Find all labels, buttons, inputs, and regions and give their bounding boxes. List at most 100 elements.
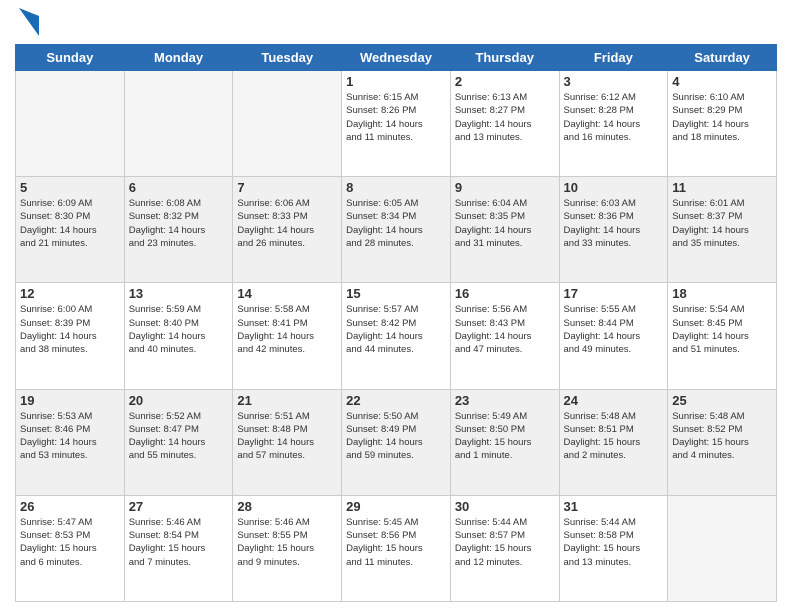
weekday-header-sunday: Sunday — [16, 45, 125, 71]
calendar-cell: 8 Sunrise: 6:05 AM Sunset: 8:34 PM Daylig… — [342, 177, 451, 283]
day-number: 14 — [237, 286, 337, 301]
day-info: Sunrise: 5:58 AM Sunset: 8:41 PM Dayligh… — [237, 303, 337, 356]
day-number: 3 — [564, 74, 664, 89]
calendar-cell: 20Sunrise: 5:52 AM Sunset: 8:47 PM Dayli… — [124, 389, 233, 495]
day-info: Sunrise: 5:46 AM Sunset: 8:54 PM Dayligh… — [129, 516, 229, 569]
calendar-cell: 3 Sunrise: 6:12 AM Sunset: 8:28 PM Daylig… — [559, 71, 668, 177]
day-info: Sunrise: 6:09 AM Sunset: 8:30 PM Dayligh… — [20, 197, 120, 250]
day-info: Sunrise: 5:51 AM Sunset: 8:48 PM Dayligh… — [237, 410, 337, 463]
day-info: Sunrise: 5:44 AM Sunset: 8:58 PM Dayligh… — [564, 516, 664, 569]
day-info: Sunrise: 5:44 AM Sunset: 8:57 PM Dayligh… — [455, 516, 555, 569]
calendar-cell: 17 Sunrise: 5:55 AM Sunset: 8:44 PM Dayli… — [559, 283, 668, 389]
calendar-cell: 27 Sunrise: 5:46 AM Sunset: 8:54 PM Dayli… — [124, 495, 233, 601]
weekday-header-row: SundayMondayTuesdayWednesdayThursdayFrid… — [16, 45, 777, 71]
day-number: 6 — [129, 180, 229, 195]
day-number: 22 — [346, 393, 446, 408]
day-info: Sunrise: 6:00 AM Sunset: 8:39 PM Dayligh… — [20, 303, 120, 356]
weekday-header-tuesday: Tuesday — [233, 45, 342, 71]
calendar-cell — [233, 71, 342, 177]
day-number: 4 — [672, 74, 772, 89]
day-info: Sunrise: 6:12 AM Sunset: 8:28 PM Dayligh… — [564, 91, 664, 144]
day-info: Sunrise: 5:48 AM Sunset: 8:52 PM Dayligh… — [672, 410, 772, 463]
calendar-cell: 12 Sunrise: 6:00 AM Sunset: 8:39 PM Dayli… — [16, 283, 125, 389]
day-number: 16 — [455, 286, 555, 301]
calendar-cell: 6Sunrise: 6:08 AM Sunset: 8:32 PM Daylig… — [124, 177, 233, 283]
day-info: Sunrise: 5:50 AM Sunset: 8:49 PM Dayligh… — [346, 410, 446, 463]
day-number: 5 — [20, 180, 120, 195]
page: SundayMondayTuesdayWednesdayThursdayFrid… — [0, 0, 792, 612]
calendar-cell — [124, 71, 233, 177]
day-number: 30 — [455, 499, 555, 514]
calendar-cell: 25Sunrise: 5:48 AM Sunset: 8:52 PM Dayli… — [668, 389, 777, 495]
day-info: Sunrise: 6:03 AM Sunset: 8:36 PM Dayligh… — [564, 197, 664, 250]
day-number: 1 — [346, 74, 446, 89]
day-info: Sunrise: 5:47 AM Sunset: 8:53 PM Dayligh… — [20, 516, 120, 569]
logo-icon — [19, 8, 39, 36]
weekday-header-friday: Friday — [559, 45, 668, 71]
header — [15, 10, 777, 36]
calendar-cell: 7Sunrise: 6:06 AM Sunset: 8:33 PM Daylig… — [233, 177, 342, 283]
weekday-header-wednesday: Wednesday — [342, 45, 451, 71]
day-number: 13 — [129, 286, 229, 301]
calendar-cell — [668, 495, 777, 601]
day-number: 11 — [672, 180, 772, 195]
calendar-cell: 21 Sunrise: 5:51 AM Sunset: 8:48 PM Dayli… — [233, 389, 342, 495]
day-info: Sunrise: 5:53 AM Sunset: 8:46 PM Dayligh… — [20, 410, 120, 463]
calendar-cell: 14 Sunrise: 5:58 AM Sunset: 8:41 PM Dayli… — [233, 283, 342, 389]
calendar-cell: 1 Sunrise: 6:15 AM Sunset: 8:26 PM Daylig… — [342, 71, 451, 177]
calendar-cell: 23 Sunrise: 5:49 AM Sunset: 8:50 PM Dayli… — [450, 389, 559, 495]
calendar-cell: 15 Sunrise: 5:57 AM Sunset: 8:42 PM Dayli… — [342, 283, 451, 389]
day-info: Sunrise: 5:45 AM Sunset: 8:56 PM Dayligh… — [346, 516, 446, 569]
calendar-cell: 13 Sunrise: 5:59 AM Sunset: 8:40 PM Dayli… — [124, 283, 233, 389]
calendar-cell: 5 Sunrise: 6:09 AM Sunset: 8:30 PM Daylig… — [16, 177, 125, 283]
day-number: 27 — [129, 499, 229, 514]
week-row-4: 19Sunrise: 5:53 AM Sunset: 8:46 PM Dayli… — [16, 389, 777, 495]
day-number: 2 — [455, 74, 555, 89]
day-number: 23 — [455, 393, 555, 408]
week-row-1: 1 Sunrise: 6:15 AM Sunset: 8:26 PM Daylig… — [16, 71, 777, 177]
day-info: Sunrise: 5:46 AM Sunset: 8:55 PM Dayligh… — [237, 516, 337, 569]
day-info: Sunrise: 5:49 AM Sunset: 8:50 PM Dayligh… — [455, 410, 555, 463]
week-row-3: 12 Sunrise: 6:00 AM Sunset: 8:39 PM Dayli… — [16, 283, 777, 389]
day-info: Sunrise: 5:56 AM Sunset: 8:43 PM Dayligh… — [455, 303, 555, 356]
week-row-2: 5 Sunrise: 6:09 AM Sunset: 8:30 PM Daylig… — [16, 177, 777, 283]
weekday-header-saturday: Saturday — [668, 45, 777, 71]
day-number: 29 — [346, 499, 446, 514]
calendar-cell: 29 Sunrise: 5:45 AM Sunset: 8:56 PM Dayli… — [342, 495, 451, 601]
day-info: Sunrise: 6:05 AM Sunset: 8:34 PM Dayligh… — [346, 197, 446, 250]
day-number: 12 — [20, 286, 120, 301]
calendar-cell: 10 Sunrise: 6:03 AM Sunset: 8:36 PM Dayli… — [559, 177, 668, 283]
day-number: 17 — [564, 286, 664, 301]
day-number: 20 — [129, 393, 229, 408]
weekday-header-thursday: Thursday — [450, 45, 559, 71]
calendar-cell: 19Sunrise: 5:53 AM Sunset: 8:46 PM Dayli… — [16, 389, 125, 495]
day-info: Sunrise: 5:48 AM Sunset: 8:51 PM Dayligh… — [564, 410, 664, 463]
day-info: Sunrise: 6:15 AM Sunset: 8:26 PM Dayligh… — [346, 91, 446, 144]
calendar-cell: 4Sunrise: 6:10 AM Sunset: 8:29 PM Daylig… — [668, 71, 777, 177]
calendar-cell: 28 Sunrise: 5:46 AM Sunset: 8:55 PM Dayli… — [233, 495, 342, 601]
day-info: Sunrise: 5:57 AM Sunset: 8:42 PM Dayligh… — [346, 303, 446, 356]
calendar-cell: 9Sunrise: 6:04 AM Sunset: 8:35 PM Daylig… — [450, 177, 559, 283]
calendar-cell: 31 Sunrise: 5:44 AM Sunset: 8:58 PM Dayli… — [559, 495, 668, 601]
calendar-cell: 22 Sunrise: 5:50 AM Sunset: 8:49 PM Dayli… — [342, 389, 451, 495]
week-row-5: 26Sunrise: 5:47 AM Sunset: 8:53 PM Dayli… — [16, 495, 777, 601]
day-number: 7 — [237, 180, 337, 195]
day-number: 24 — [564, 393, 664, 408]
day-number: 15 — [346, 286, 446, 301]
day-info: Sunrise: 6:04 AM Sunset: 8:35 PM Dayligh… — [455, 197, 555, 250]
calendar-cell: 11Sunrise: 6:01 AM Sunset: 8:37 PM Dayli… — [668, 177, 777, 283]
day-info: Sunrise: 6:13 AM Sunset: 8:27 PM Dayligh… — [455, 91, 555, 144]
day-number: 8 — [346, 180, 446, 195]
calendar-cell: 26Sunrise: 5:47 AM Sunset: 8:53 PM Dayli… — [16, 495, 125, 601]
day-number: 21 — [237, 393, 337, 408]
day-number: 31 — [564, 499, 664, 514]
day-info: Sunrise: 5:55 AM Sunset: 8:44 PM Dayligh… — [564, 303, 664, 356]
day-number: 18 — [672, 286, 772, 301]
logo — [15, 10, 39, 36]
day-info: Sunrise: 5:54 AM Sunset: 8:45 PM Dayligh… — [672, 303, 772, 356]
calendar-cell: 2 Sunrise: 6:13 AM Sunset: 8:27 PM Daylig… — [450, 71, 559, 177]
day-info: Sunrise: 5:59 AM Sunset: 8:40 PM Dayligh… — [129, 303, 229, 356]
day-number: 28 — [237, 499, 337, 514]
day-number: 10 — [564, 180, 664, 195]
calendar: SundayMondayTuesdayWednesdayThursdayFrid… — [15, 44, 777, 602]
